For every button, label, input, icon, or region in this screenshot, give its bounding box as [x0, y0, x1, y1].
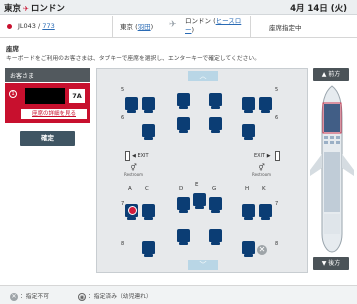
infant-icon — [128, 206, 137, 215]
row-number: 8 — [275, 241, 279, 247]
flight-number: JL043 / 773 — [18, 22, 55, 30]
section-title: 座席 — [6, 45, 19, 53]
jal-logo-icon — [7, 24, 12, 29]
column-label: C — [145, 186, 149, 192]
passenger-panel-header: お客さま — [5, 68, 90, 82]
plane-icon: ✈ — [23, 5, 29, 13]
row-number: 6 — [121, 115, 125, 121]
unavailable-icon: ✕ — [257, 245, 267, 255]
seat[interactable] — [193, 193, 206, 209]
legend-assigned-infant: ◉ ：指定済み（幼児連れ） — [78, 292, 152, 301]
seat-detail-link[interactable]: 座席の詳細を見る — [21, 109, 87, 119]
legend: ✕ ：指定不可 ◉ ：指定済み（幼児連れ） — [0, 285, 357, 304]
seat[interactable] — [177, 93, 190, 109]
column-label: A — [128, 186, 132, 192]
selected-seat: 7A — [69, 89, 85, 103]
exit-sign-icon — [125, 151, 130, 161]
seat[interactable] — [142, 97, 155, 113]
flight-date: 4月 14日 (火) — [290, 4, 347, 14]
column-label: D — [179, 186, 184, 192]
column-label: H — [245, 186, 250, 192]
seat[interactable] — [209, 117, 222, 133]
scroll-up-button[interactable]: ︿ — [188, 71, 218, 81]
title-bar: 東京 ✈ ロンドン 4月 14日 (火) — [0, 0, 357, 15]
aircraft-type-link[interactable]: 773 — [42, 22, 54, 30]
seat[interactable] — [177, 229, 190, 245]
origin-city: 東京 — [4, 4, 22, 14]
seat[interactable] — [177, 117, 190, 133]
seat[interactable] — [259, 204, 272, 220]
separator: / — [38, 22, 41, 30]
arrival-city: ロンドン — [185, 17, 211, 25]
flight-info-row: JL043 / 773 東京 (羽田) ✈ ロンドン (ヒースロー) 座席指定中 — [0, 16, 357, 38]
seat[interactable] — [142, 124, 155, 140]
seat[interactable] — [242, 241, 255, 257]
passenger-number: 1 — [9, 90, 17, 98]
arrival: ロンドン (ヒースロー) — [185, 17, 242, 34]
restroom-icon: ⚥ — [130, 164, 137, 172]
row-number: 7 — [121, 201, 125, 207]
flight-number-cell: JL043 / 773 — [0, 16, 113, 37]
infant-icon: ◉ — [78, 292, 86, 301]
departure-airport-link[interactable]: 羽田 — [138, 23, 151, 31]
row-number: 6 — [275, 115, 279, 121]
seat[interactable] — [209, 229, 222, 245]
departure-city: 東京 — [120, 23, 133, 31]
seat[interactable] — [242, 97, 255, 113]
plane-icon: ✈ — [169, 20, 177, 30]
instruction-text: キーボードをご利用のお客さまは、タブキーで座席を選択し、エンターキーで確定してく… — [6, 56, 261, 62]
row-number: 5 — [275, 87, 279, 93]
row-number: 8 — [121, 241, 125, 247]
seat[interactable] — [142, 241, 155, 257]
status-cell: 座席指定中 — [251, 16, 357, 37]
exit-label-left: ◀ EXIT — [132, 153, 149, 159]
route-cell: 東京 (羽田) ✈ ロンドン (ヒースロー) — [113, 16, 251, 37]
seat[interactable] — [177, 197, 190, 213]
exit-sign-icon — [275, 151, 280, 161]
aircraft-overview-icon[interactable] — [310, 84, 354, 254]
seat-map: ︿ 5 5 6 6 ◀ EXIT ⚥ Restroom EXIT ▶ ⚥ Restr… — [96, 68, 308, 273]
column-label: G — [212, 186, 217, 192]
departure: 東京 (羽田) — [120, 23, 154, 31]
back-button[interactable]: ▼ 後方 — [313, 257, 349, 270]
seat[interactable] — [209, 197, 222, 213]
front-button[interactable]: ▲ 前方 — [313, 68, 349, 81]
seat[interactable] — [242, 124, 255, 140]
column-label: E — [195, 182, 199, 188]
seat[interactable] — [242, 204, 255, 220]
route-title: 東京 ✈ ロンドン — [4, 2, 65, 14]
restroom-left: ⚥ Restroom — [124, 164, 144, 177]
seat[interactable] — [209, 93, 222, 109]
passenger-card[interactable]: 1 7A 座席の詳細を見る — [5, 83, 90, 123]
seat[interactable] — [259, 97, 272, 113]
restroom-icon: ⚥ — [258, 164, 265, 172]
column-label: K — [262, 186, 266, 192]
destination-city: ロンドン — [30, 4, 65, 14]
seat[interactable] — [142, 204, 155, 220]
airline-code: JL043 — [18, 22, 36, 30]
legend-unavailable: ✕ ：指定不可 — [10, 292, 49, 301]
confirm-button[interactable]: 確定 — [20, 131, 75, 146]
row-number: 5 — [121, 87, 125, 93]
restroom-right: ⚥ Restroom — [252, 164, 272, 177]
seat-status: 座席指定中 — [269, 24, 302, 32]
exit-label-right: EXIT ▶ — [254, 153, 271, 159]
scroll-down-button[interactable]: ﹀ — [188, 260, 218, 270]
seat[interactable] — [125, 97, 138, 113]
passenger-name-redacted — [25, 88, 65, 104]
row-number: 7 — [275, 201, 279, 207]
unavailable-icon: ✕ — [10, 292, 18, 301]
